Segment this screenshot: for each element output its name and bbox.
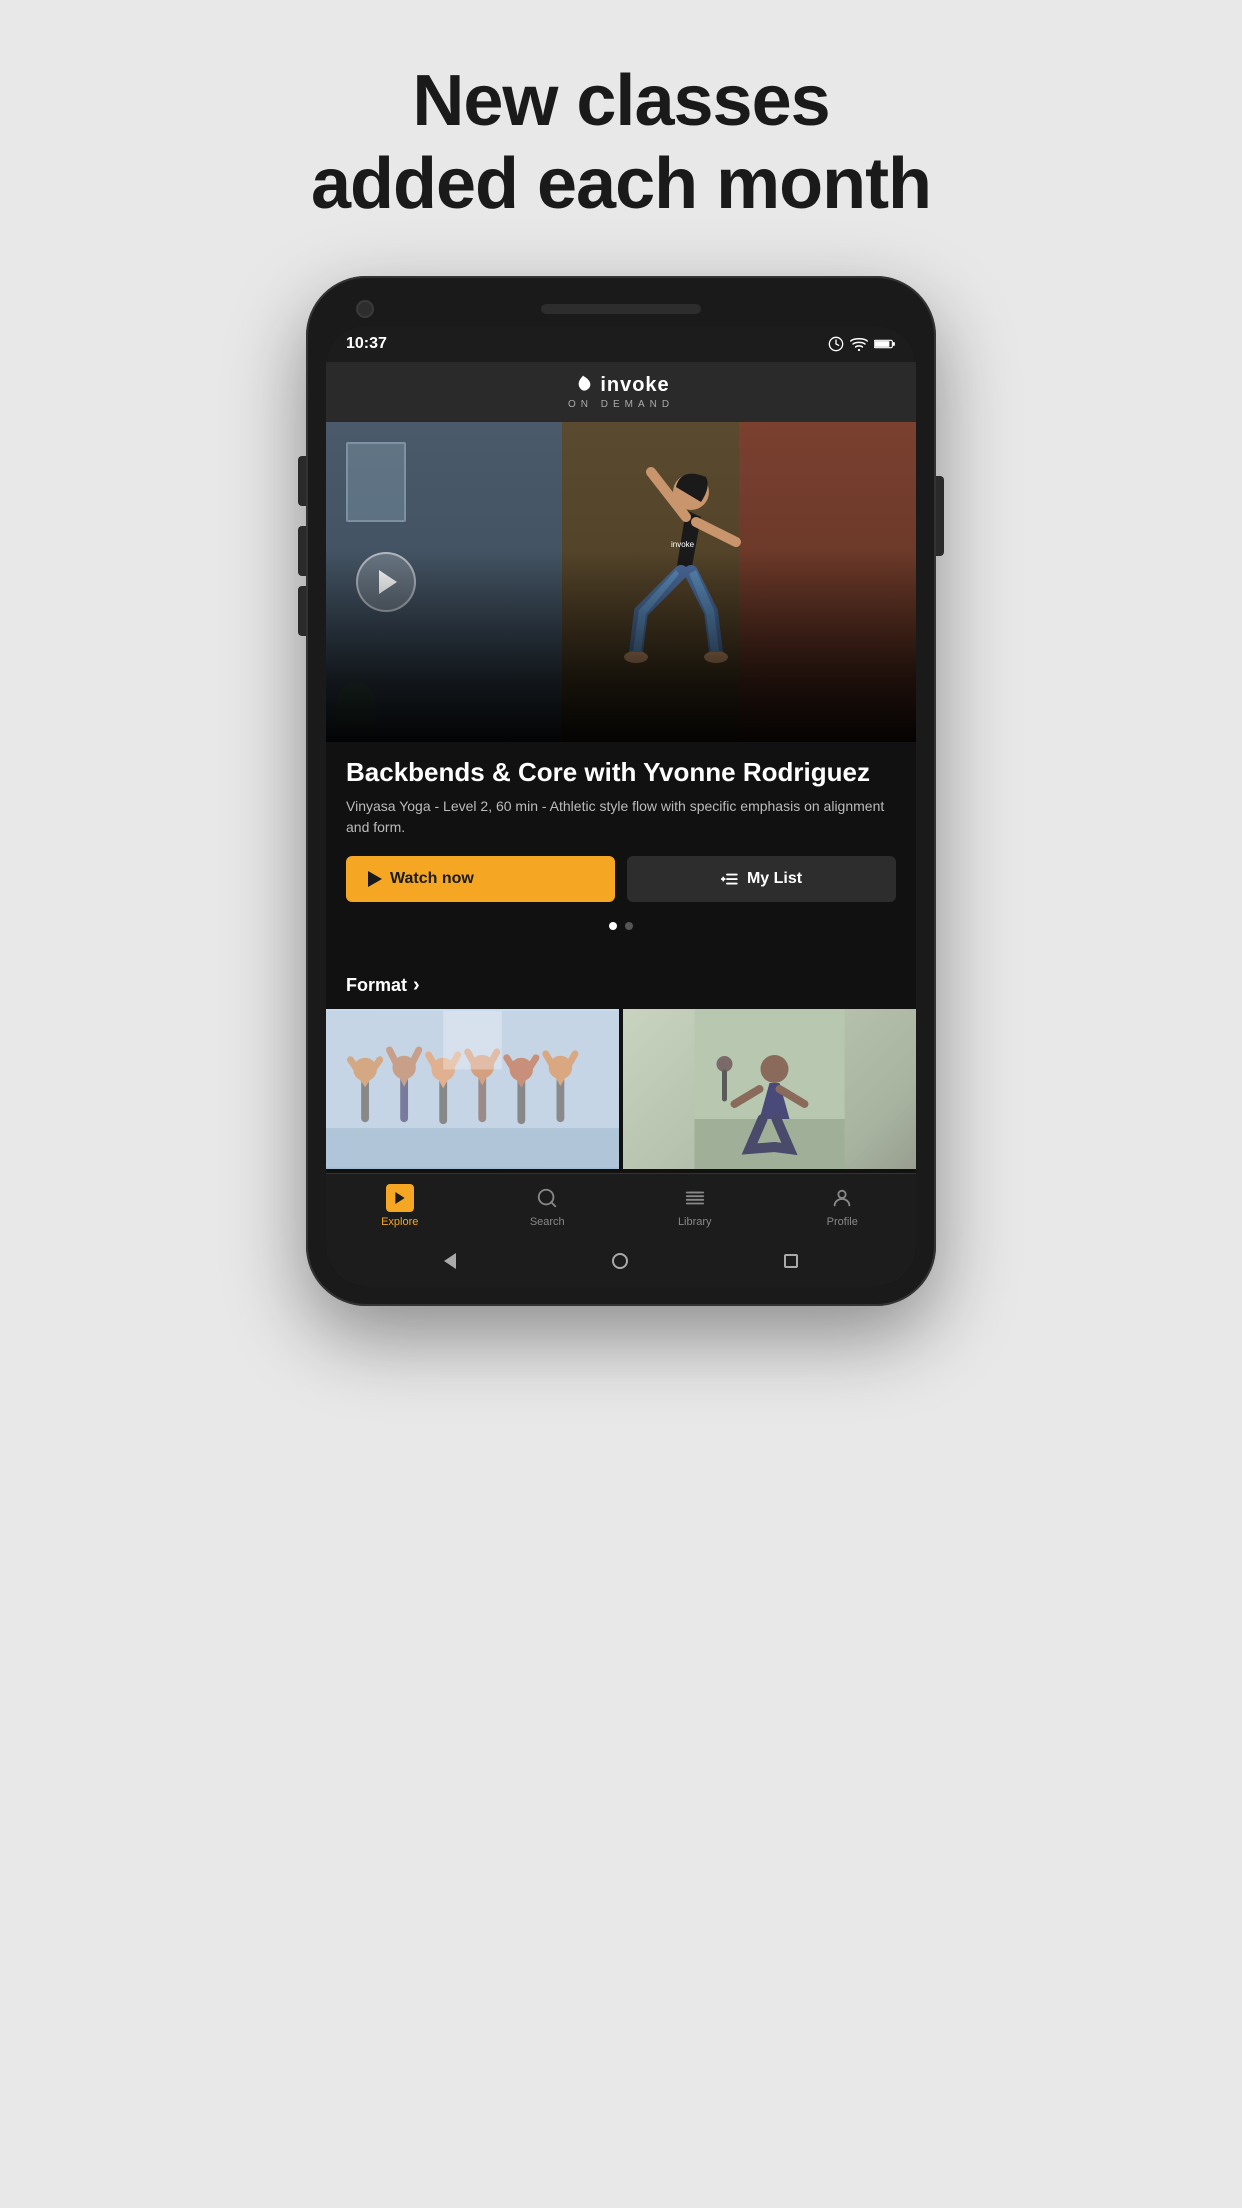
headline-line2: added each month <box>311 144 931 224</box>
hero-buttons: Watch now My List <box>346 856 896 902</box>
nav-search[interactable]: Search <box>474 1184 622 1228</box>
nav-explore[interactable]: Explore <box>326 1184 474 1228</box>
dot-2 <box>625 922 633 930</box>
library-nav-label: Library <box>678 1216 712 1228</box>
my-list-button[interactable]: My List <box>627 856 896 902</box>
format-section-title: Format <box>346 975 407 996</box>
phone-top-bar <box>326 296 916 326</box>
watch-now-button[interactable]: Watch now <box>346 856 615 902</box>
nav-profile[interactable]: Profile <box>769 1184 917 1228</box>
search-nav-icon <box>533 1184 561 1212</box>
format-grid <box>326 1009 916 1173</box>
status-icons <box>828 336 896 352</box>
bottom-nav: Explore Search <box>326 1173 916 1236</box>
profile-nav-icon <box>828 1184 856 1212</box>
format-card-individual[interactable] <box>623 1009 916 1169</box>
app-logo-text: invoke <box>600 374 669 397</box>
play-icon <box>368 871 382 887</box>
wifi-icon <box>850 337 868 351</box>
headline-line1: New classes <box>412 61 829 141</box>
phone-device: 10:37 <box>306 276 936 1306</box>
phone-screen: 10:37 <box>326 326 916 1286</box>
hero-gradient-overlay <box>326 422 916 742</box>
hero-title: Backbends & Core with Yvonne Rodriguez <box>346 742 896 796</box>
hero-image: invoke <box>326 422 916 742</box>
dot-1 <box>609 922 617 930</box>
format-section-header[interactable]: Format › <box>326 958 916 1009</box>
profile-nav-label: Profile <box>827 1216 858 1228</box>
watch-now-label: Watch now <box>390 870 474 888</box>
individual-class-illustration <box>623 1009 916 1169</box>
android-home-button[interactable] <box>612 1253 628 1269</box>
status-bar: 10:37 <box>326 326 916 362</box>
hero-content: Backbends & Core with Yvonne Rodriguez V… <box>326 742 916 958</box>
logo-leaf-icon <box>572 374 594 396</box>
nav-library[interactable]: Library <box>621 1184 769 1228</box>
earpiece-speaker <box>541 304 701 314</box>
format-chevron-icon: › <box>413 974 420 997</box>
add-to-list-icon <box>721 870 739 888</box>
android-nav-bar <box>326 1236 916 1286</box>
play-nav-icon <box>392 1190 408 1206</box>
headline: New classes added each month <box>311 60 931 226</box>
battery-icon <box>874 338 896 350</box>
hero-subtitle: Vinyasa Yoga - Level 2, 60 min - Athleti… <box>346 796 896 838</box>
explore-nav-label: Explore <box>381 1216 418 1228</box>
status-time: 10:37 <box>346 335 387 353</box>
carousel-dots <box>346 918 896 938</box>
screen-time-icon <box>828 336 844 352</box>
android-back-button[interactable] <box>444 1253 456 1269</box>
library-nav-icon <box>681 1184 709 1212</box>
my-list-label: My List <box>747 870 802 888</box>
front-camera <box>356 300 374 318</box>
app-logo-sub: ON DEMAND <box>326 399 916 410</box>
explore-nav-icon <box>386 1184 414 1212</box>
search-nav-label: Search <box>530 1216 565 1228</box>
format-card-group[interactable] <box>326 1009 619 1169</box>
group-class-illustration <box>326 1009 619 1169</box>
app-header: invoke ON DEMAND <box>326 362 916 422</box>
android-recent-button[interactable] <box>784 1254 798 1268</box>
